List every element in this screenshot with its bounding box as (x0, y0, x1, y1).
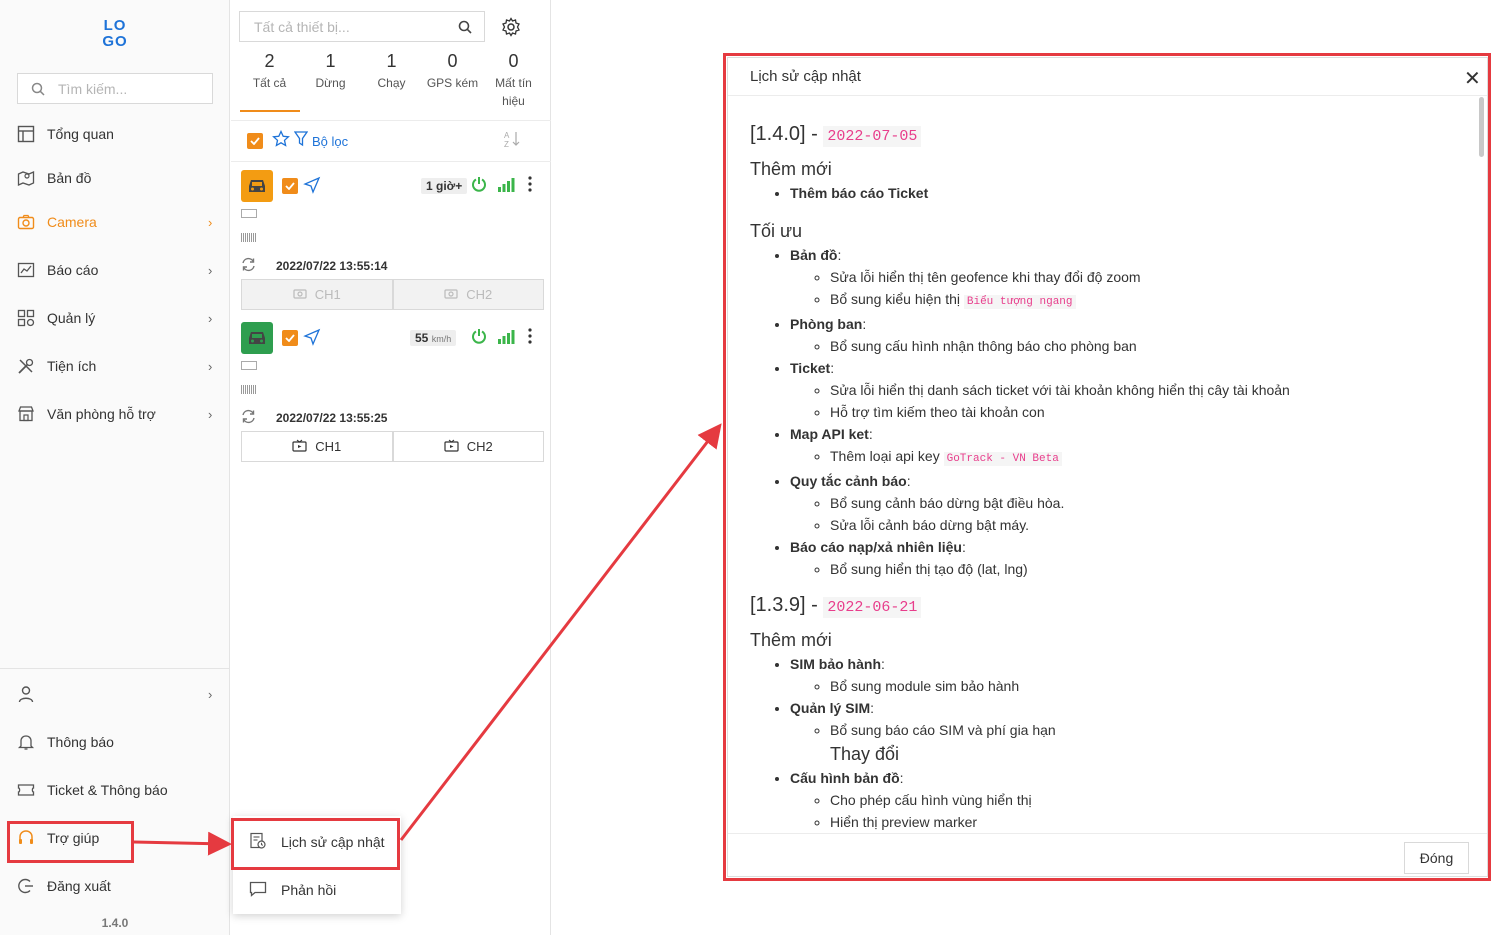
arrow-history-to-dialog (399, 423, 722, 841)
arrow-help-to-history (133, 831, 232, 856)
app-screen: LO GO Tổng quan Bản đồ Camera › Báo cáo (0, 0, 1505, 935)
annotation-arrows (133, 423, 722, 856)
